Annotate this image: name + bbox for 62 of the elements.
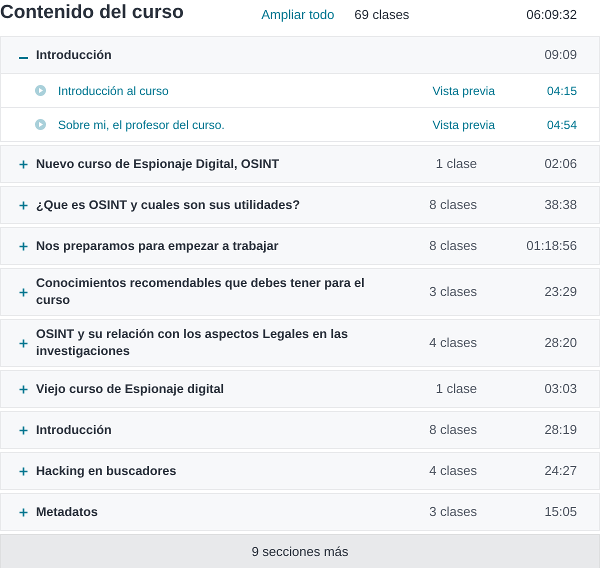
plus-icon xyxy=(19,466,28,476)
section-header[interactable]: Nuevo curso de Espionaje Digital, OSINT 1 clase 02:06 xyxy=(1,146,599,182)
plus-icon xyxy=(19,200,28,210)
section-title: Nos preparamos para empezar a trabajar xyxy=(36,238,280,254)
section-duration: 09:09 xyxy=(543,46,577,64)
plus-icon xyxy=(19,160,28,168)
plus-icon xyxy=(19,426,28,434)
lecture-count: 4 clases xyxy=(429,334,477,352)
lecture-duration: 04:54 xyxy=(546,116,577,134)
section-duration: 15:05 xyxy=(543,503,577,522)
plus-icon xyxy=(19,242,28,250)
section-header[interactable]: Introducción 8 clases 28:19 xyxy=(1,412,599,448)
lecture-count: 3 clases xyxy=(429,283,477,302)
preview-link[interactable]: Vista previa xyxy=(432,82,495,100)
section-duration: 23:29 xyxy=(543,283,577,302)
section-duration: 28:19 xyxy=(543,421,577,440)
section-duration: 02:06 xyxy=(543,155,577,174)
section-title: Hacking en buscadores xyxy=(36,462,178,480)
section-title: Nuevo curso de Espionaje Digital, OSINT xyxy=(36,156,280,172)
lecture-count: 8 clases xyxy=(429,237,477,256)
section-duration: 03:03 xyxy=(543,380,577,398)
section-duration: 24:27 xyxy=(543,462,577,480)
section-header[interactable]: Conocimientos recomendables que debes tener para el curso 3 clases 23:29 xyxy=(1,269,599,315)
plus-icon xyxy=(19,338,28,348)
lecture-count: 4 clases xyxy=(429,462,477,480)
section-header[interactable]: Nos preparamos para empezar a trabajar 8 clases 01:18:56 xyxy=(1,228,599,264)
total-duration: 06:09:32 xyxy=(525,6,577,24)
lecture-count: 3 clases xyxy=(429,503,477,522)
play-icon xyxy=(35,119,46,130)
section-duration: 38:38 xyxy=(543,196,577,214)
lecture-count: 69 clases xyxy=(354,6,410,24)
lecture-count: 8 clases xyxy=(429,196,477,214)
page-title: Contenido del curso xyxy=(0,2,184,22)
lecture-link[interactable]: Introducción al curso xyxy=(58,82,169,100)
section-header[interactable]: ¿Que es OSINT y cuales son sus utilidades? 8 clases 38:38 xyxy=(1,187,599,223)
lecture-count: 1 clase xyxy=(436,380,477,398)
section-title: Introducción xyxy=(36,422,113,438)
plus-icon xyxy=(19,288,28,296)
section-header[interactable]: Introducción 09:09 xyxy=(1,37,599,73)
plus-icon xyxy=(19,508,28,516)
section-title: Metadatos xyxy=(36,504,99,520)
lecture-duration: 04:15 xyxy=(546,82,577,100)
section-title: Introducción xyxy=(36,46,113,64)
section-header[interactable]: Viejo curso de Espionaje digital 1 clase 03:03 xyxy=(1,371,599,407)
section-title: OSINT y su relación con los aspectos Legales en las investigaciones xyxy=(36,326,349,360)
section-title: ¿Que es OSINT y cuales son sus utilidades? xyxy=(36,196,301,214)
section-header[interactable]: Hacking en buscadores 4 clases 24:27 xyxy=(1,453,599,489)
lecture-count: 1 clase xyxy=(436,155,477,174)
section-header[interactable]: Metadatos 3 clases 15:05 xyxy=(1,494,599,530)
lecture-link[interactable]: Sobre mi, el profesor del curso. xyxy=(58,116,225,134)
plus-icon xyxy=(19,384,28,394)
more-sections-button[interactable]: 9 secciones más xyxy=(0,534,600,568)
play-icon xyxy=(35,85,46,96)
section-header[interactable]: OSINT y su relación con los aspectos Legales en las investigaciones 4 clases 28:20 xyxy=(1,320,599,366)
preview-link[interactable]: Vista previa xyxy=(432,116,495,134)
section-title: Conocimientos recomendables que debes tener para el curso xyxy=(36,275,366,309)
section-duration: 28:20 xyxy=(543,334,577,352)
lecture-count: 8 clases xyxy=(429,421,477,440)
minus-icon xyxy=(19,56,28,58)
section-duration: 01:18:56 xyxy=(525,237,577,256)
section-title: Viejo curso de Espionaje digital xyxy=(36,380,226,398)
expand-all-link[interactable]: Ampliar todo xyxy=(261,5,334,25)
